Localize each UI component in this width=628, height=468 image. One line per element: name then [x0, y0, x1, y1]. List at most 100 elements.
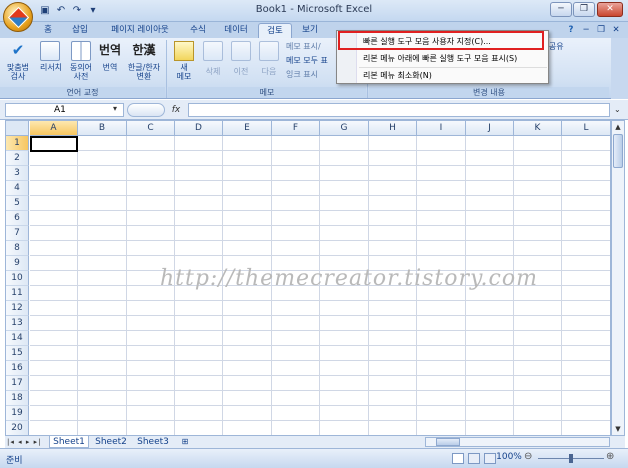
select-all-corner[interactable]	[6, 121, 29, 136]
expand-formula-icon[interactable]: ⌄	[614, 105, 621, 114]
thesaurus-button[interactable]: 동의어 사전	[66, 41, 96, 85]
help-icon[interactable]: ?	[565, 23, 577, 38]
tab-view[interactable]: 보기	[294, 23, 326, 38]
sheet-tab-bar: |◂ ◂ ▸ ▸| Sheet1 Sheet2 Sheet3 ⊞	[5, 436, 625, 448]
book-icon	[71, 41, 91, 61]
zoom-level[interactable]: 100%	[494, 452, 524, 462]
changes-group-label: 변경 내용	[369, 87, 609, 98]
insert-function-icon[interactable]: fx	[167, 103, 185, 117]
column-header-h[interactable]: H	[369, 121, 417, 136]
tab-insert[interactable]: 삽입	[64, 23, 96, 38]
tab-review[interactable]: 검토	[258, 23, 292, 38]
column-header-b[interactable]: B	[78, 121, 127, 136]
gridline-h	[30, 300, 610, 301]
row-header-3[interactable]: 3	[6, 166, 29, 181]
workbook-close-button[interactable]: ✕	[610, 23, 622, 38]
column-header-f[interactable]: F	[272, 121, 320, 136]
row-header-9[interactable]: 9	[6, 256, 29, 271]
name-box-dropdown-icon[interactable]: ▾	[113, 104, 117, 113]
vertical-scrollbar[interactable]: ▲ ▼	[611, 120, 625, 436]
row-header-5[interactable]: 5	[6, 196, 29, 211]
show-ink-button: 잉크 표시	[286, 70, 318, 79]
sheet-nav-icons[interactable]: |◂ ◂ ▸ ▸|	[7, 436, 41, 448]
tab-home[interactable]: 홈	[37, 23, 59, 38]
research-label: 리서치	[39, 63, 63, 72]
horizontal-scroll-thumb[interactable]	[436, 438, 460, 446]
gridline-h	[30, 240, 610, 241]
spelling-button[interactable]: ✔ 맞춤법 검사	[4, 41, 32, 85]
row-header-8[interactable]: 8	[6, 241, 29, 256]
gridline-h	[30, 345, 610, 346]
formula-bar-handle[interactable]	[127, 103, 165, 117]
column-header-a[interactable]: A	[30, 121, 78, 136]
workbook-minimize-button[interactable]: ─	[580, 23, 592, 38]
row-header-13[interactable]: 13	[6, 316, 29, 331]
tab-data[interactable]: 데이터	[216, 23, 256, 38]
row-header-20[interactable]: 20	[6, 421, 29, 435]
hanja-icon: 한漢	[132, 43, 156, 57]
column-header-e[interactable]: E	[223, 121, 272, 136]
row-header-18[interactable]: 18	[6, 391, 29, 406]
zoom-slider-thumb[interactable]	[569, 454, 573, 463]
menu-item-show-qat-below[interactable]: 리본 메뉴 아래에 빠른 실행 도구 모음 표시(S)	[337, 50, 550, 67]
column-header-j[interactable]: J	[466, 121, 514, 136]
sheet-tab-1[interactable]: Sheet1	[49, 436, 89, 448]
translate-button[interactable]: 번역 번역	[96, 41, 124, 85]
row-header-12[interactable]: 12	[6, 301, 29, 316]
active-cell[interactable]	[30, 136, 78, 152]
proofing-group: ✔ 맞춤법 검사 리서치 동의어 사전 번역 번역 한漢 한글/한자 변환 언어…	[0, 38, 165, 99]
row-header-14[interactable]: 14	[6, 331, 29, 346]
new-comment-button[interactable]: 새 메모	[172, 41, 196, 85]
gridline-h	[30, 150, 610, 151]
column-header-g[interactable]: G	[320, 121, 369, 136]
row-header-4[interactable]: 4	[6, 181, 29, 196]
gridline-h	[30, 330, 610, 331]
close-button[interactable]: ✕	[597, 2, 623, 17]
workbook-restore-button[interactable]: ❐	[595, 23, 607, 38]
delete-comment-label: 삭제	[205, 67, 221, 76]
column-header-d[interactable]: D	[175, 121, 223, 136]
row-header-11[interactable]: 11	[6, 286, 29, 301]
insert-sheet-icon[interactable]: ⊞	[175, 436, 195, 448]
scroll-up-icon[interactable]: ▲	[612, 121, 624, 133]
name-box[interactable]: A1	[5, 103, 124, 117]
zoom-out-icon[interactable]: ⊖	[524, 451, 532, 462]
new-comment-icon	[174, 41, 194, 61]
tab-formulas[interactable]: 수식	[182, 23, 214, 38]
research-button[interactable]: 리서치	[36, 41, 66, 85]
restore-button[interactable]: ❐	[573, 2, 595, 17]
vertical-scroll-thumb[interactable]	[613, 134, 623, 168]
column-header-i[interactable]: I	[417, 121, 466, 136]
menu-item-minimize-ribbon[interactable]: 리본 메뉴 최소화(N)	[337, 67, 550, 84]
row-header-6[interactable]: 6	[6, 211, 29, 226]
hangul-hanja-button[interactable]: 한漢 한글/한자 변환	[124, 41, 164, 85]
row-header-1[interactable]: 1	[6, 136, 29, 151]
zoom-in-icon[interactable]: ⊕	[606, 451, 614, 462]
row-header-2[interactable]: 2	[6, 151, 29, 166]
row-header-15[interactable]: 15	[6, 346, 29, 361]
office-button[interactable]	[3, 2, 33, 32]
row-header-16[interactable]: 16	[6, 361, 29, 376]
gridline-h	[30, 420, 610, 421]
row-header-17[interactable]: 17	[6, 376, 29, 391]
scroll-down-icon[interactable]: ▼	[612, 423, 624, 435]
row-header-7[interactable]: 7	[6, 226, 29, 241]
minimize-button[interactable]: ─	[550, 2, 572, 17]
column-header-c[interactable]: C	[127, 121, 175, 136]
show-all-comments-button[interactable]: 메모 모두 표	[286, 55, 338, 67]
formula-bar: A1 ▾ fx ⌄	[0, 100, 628, 120]
research-icon	[40, 41, 60, 61]
formula-input[interactable]	[188, 103, 610, 117]
column-header-k[interactable]: K	[514, 121, 562, 136]
gridline-h	[30, 315, 610, 316]
translate-label: 번역	[102, 63, 118, 72]
sheet-tab-2[interactable]: Sheet2	[91, 436, 131, 448]
row-header-19[interactable]: 19	[6, 406, 29, 421]
horizontal-scrollbar[interactable]	[425, 437, 610, 447]
tab-page-layout[interactable]: 페이지 레이아웃	[100, 23, 180, 38]
sheet-tab-3[interactable]: Sheet3	[133, 436, 173, 448]
page-layout-view-icon[interactable]	[468, 453, 480, 464]
row-header-10[interactable]: 10	[6, 271, 29, 286]
normal-view-icon[interactable]	[452, 453, 464, 464]
column-header-l[interactable]: L	[562, 121, 610, 136]
